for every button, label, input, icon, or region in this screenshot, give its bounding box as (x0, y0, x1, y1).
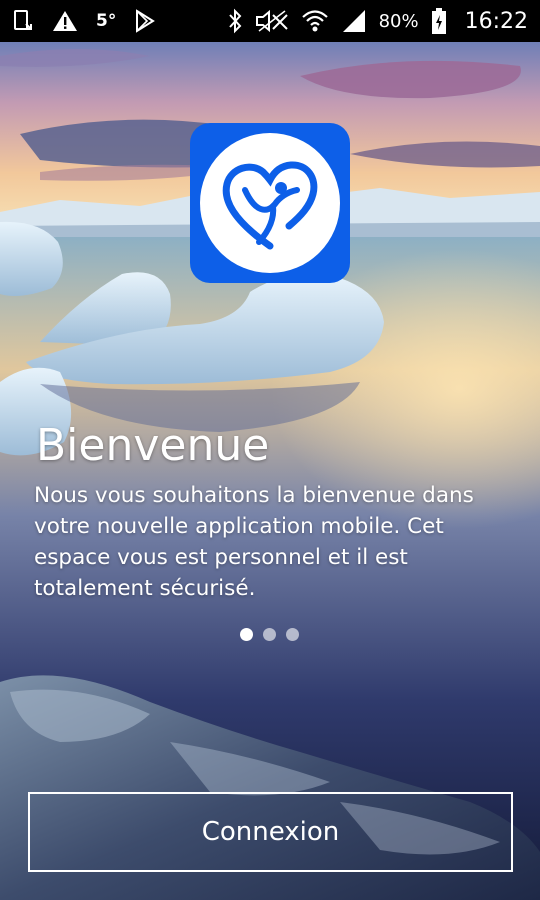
page-dot-2[interactable] (263, 628, 276, 641)
bluetooth-icon (227, 7, 243, 35)
heart-person-logo-icon (222, 161, 318, 250)
signal-icon (341, 7, 367, 35)
page-indicator[interactable] (240, 628, 299, 641)
screenshot-icon (12, 7, 34, 35)
page-dot-1[interactable] (240, 628, 253, 641)
wifi-icon (301, 7, 329, 35)
connect-button[interactable]: Connexion (28, 792, 513, 872)
battery-percent: 80% (378, 10, 419, 32)
welcome-description: Nous vous souhaitons la bienvenue dans v… (34, 483, 474, 601)
mute-icon (255, 7, 289, 35)
battery-icon (431, 7, 447, 35)
page-dot-3[interactable] (286, 628, 299, 641)
status-bar: 5° 80% 16:22 (0, 0, 540, 42)
clock: 16:22 (464, 8, 528, 34)
play-store-icon (134, 7, 156, 35)
welcome-title: Bienvenue (36, 420, 270, 471)
temperature-text: 5° (96, 11, 117, 31)
app-logo (190, 123, 350, 283)
warning-icon (52, 7, 78, 35)
